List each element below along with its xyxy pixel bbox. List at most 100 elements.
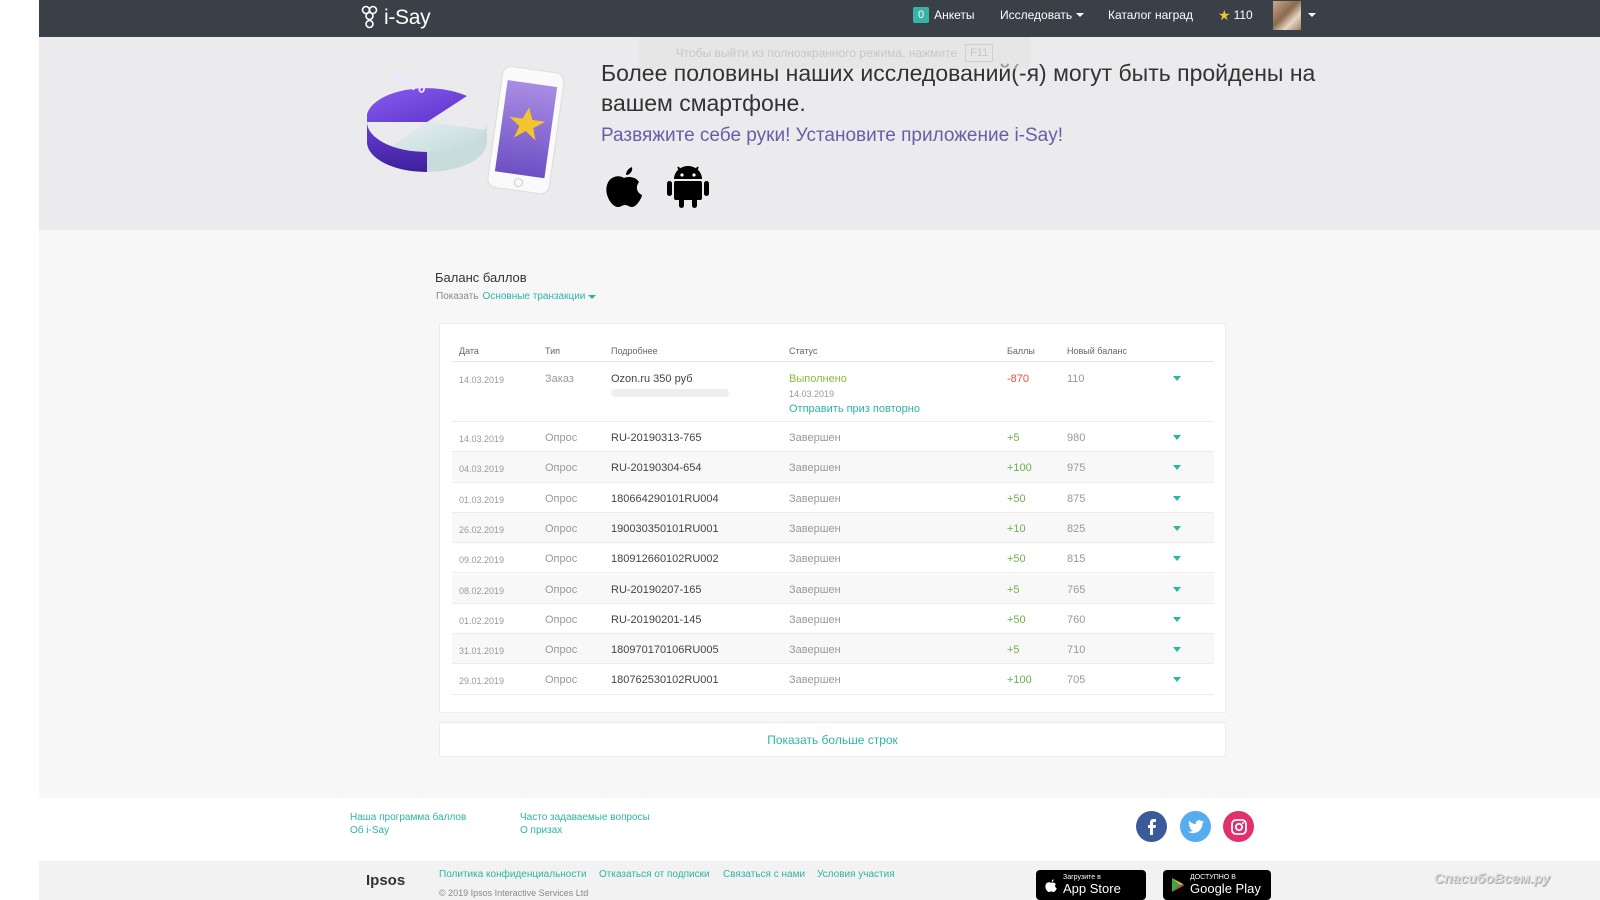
logo-text: i-Say	[384, 6, 431, 29]
row-type: Опрос	[545, 522, 578, 535]
row-points: +100	[1007, 674, 1032, 687]
apple-icon[interactable]	[602, 161, 646, 209]
nav-research-dropdown[interactable]: Исследовать	[1000, 0, 1085, 30]
fullscreen-notice-text: Чтобы выйти из полноэкранного режима, на…	[675, 46, 958, 60]
row-points: +5	[1007, 432, 1020, 444]
footer-link-contact[interactable]: Связаться с нами	[723, 869, 805, 880]
nav-research-label: Исследовать	[1000, 8, 1073, 22]
nav-surveys-label: Анкеты	[934, 8, 975, 22]
row-points: -870	[1007, 373, 1030, 385]
footer-link-terms[interactable]: Условия участия	[817, 869, 895, 880]
nav-catalog-label: Каталог наград	[1108, 8, 1193, 22]
row-expand-icon[interactable]	[1173, 647, 1181, 653]
google-play-badge[interactable]: ДОСТУПНО В Google Play	[1163, 870, 1271, 900]
resend-prize-link[interactable]: Отправить приз повторно	[789, 403, 920, 415]
row-type: Опрос	[545, 462, 578, 475]
chevron-down-icon	[1076, 13, 1085, 17]
row-status: Завершен	[789, 553, 841, 566]
table-row: 01.03.2019 Опрос 180664290101RU004 Завершен…	[452, 483, 1214, 513]
row-detail: 190030350101RU001	[611, 522, 719, 535]
row-detail: RU-20190313-765	[611, 432, 702, 444]
row-expand-icon[interactable]	[1173, 525, 1181, 531]
row-status: Завершен	[789, 522, 841, 535]
row-status: Выполнено	[789, 373, 847, 385]
row-balance: 825	[1067, 522, 1086, 535]
row-date: 14.03.2019	[459, 434, 505, 444]
transaction-filter-dropdown[interactable]: Основные транзакции	[483, 291, 597, 302]
row-points: +5	[1007, 583, 1020, 596]
row-status: Завершен	[789, 462, 841, 475]
fullscreen-notice-key: F11	[965, 44, 994, 62]
row-detail: Ozon.ru 350 руб	[611, 373, 693, 385]
row-expand-icon[interactable]	[1173, 435, 1181, 440]
row-expand-icon[interactable]	[1173, 586, 1181, 592]
row-type: Опрос	[545, 553, 578, 566]
facebook-icon[interactable]	[1136, 811, 1167, 842]
row-detail: RU-20190304-654	[611, 462, 702, 475]
row-points: +50	[1007, 492, 1026, 505]
ipsos-logo: Ipsos	[366, 872, 406, 889]
row-balance: 710	[1067, 644, 1086, 657]
avatar[interactable]	[1273, 1, 1301, 30]
row-date: 08.02.2019	[459, 585, 505, 596]
row-balance: 110	[1067, 373, 1085, 385]
row-detail: 180664290101RU004	[611, 492, 719, 505]
footer-link-about[interactable]: Об i-Say	[350, 825, 389, 836]
logo[interactable]: i-Say	[360, 3, 431, 33]
site-watermark: СпасибоВсем.ру	[1434, 870, 1550, 886]
google-play-badge-title: Google Play	[1190, 881, 1261, 896]
row-expand-icon[interactable]	[1173, 376, 1181, 381]
filter-label: Показать	[436, 291, 479, 302]
row-status: Завершен	[789, 432, 841, 444]
footer-link-prizes[interactable]: О призах	[520, 825, 562, 836]
row-type: Заказ	[545, 373, 574, 385]
row-expand-icon[interactable]	[1173, 495, 1181, 501]
chevron-down-icon	[588, 294, 597, 299]
column-header-details: Подробнее	[611, 346, 658, 356]
promo-subline: Развяжите себе руки! Установите приложен…	[601, 125, 1064, 146]
instagram-icon[interactable]	[1223, 811, 1254, 842]
filter-value: Основные транзакции	[482, 291, 586, 302]
row-status: Завершен	[789, 674, 841, 687]
nav-points[interactable]: ★ 110	[1218, 0, 1253, 30]
show-more-rows-button[interactable]: Показать больше строк	[439, 722, 1226, 757]
row-expand-icon[interactable]	[1173, 465, 1181, 471]
footer-link-points-program[interactable]: Наша программа баллов	[350, 812, 466, 823]
footer-link-faq[interactable]: Часто задаваемые вопросы	[520, 812, 650, 823]
avatar-menu-chevron-icon[interactable]	[1308, 13, 1316, 17]
row-type: Опрос	[545, 674, 578, 687]
row-balance: 875	[1067, 492, 1086, 505]
column-header-new-balance: Новый баланс	[1067, 346, 1127, 356]
footer-link-unsubscribe[interactable]: Отказаться от подписки	[599, 869, 710, 880]
star-icon: ★	[1218, 6, 1231, 23]
row-detail: 180762530102RU001	[611, 674, 719, 687]
table-row: 29.01.2019 Опрос 180762530102RU001 Завершен…	[452, 664, 1214, 695]
nav-rewards-catalog[interactable]: Каталог наград	[1108, 0, 1193, 30]
row-status: Завершен	[789, 644, 841, 657]
app-store-badge-title: App Store	[1063, 881, 1121, 896]
transaction-filter: Показать Основные транзакции	[436, 291, 597, 302]
twitter-icon[interactable]	[1180, 811, 1211, 842]
row-expand-icon[interactable]	[1173, 556, 1181, 562]
footer-link-privacy[interactable]: Политика конфиденциальности	[439, 869, 587, 880]
android-icon[interactable]	[666, 161, 710, 209]
row-type: Опрос	[545, 613, 578, 626]
table-row: 31.01.2019 Опрос 180970170106RU005 Завершен…	[452, 634, 1214, 665]
app-store-badge[interactable]: Загрузите в App Store	[1036, 870, 1146, 900]
row-balance: 705	[1067, 674, 1086, 687]
surveys-count-badge: 0	[913, 7, 930, 23]
column-header-points: Баллы	[1007, 346, 1035, 356]
column-header-type: Тип	[545, 346, 561, 356]
page: i-Say 0 Анкеты Исследовать Каталог награ…	[39, 0, 1600, 900]
column-header-status: Статус	[789, 346, 818, 356]
row-expand-icon[interactable]	[1173, 616, 1181, 622]
nav-surveys[interactable]: 0 Анкеты	[913, 0, 975, 30]
google-play-icon	[1172, 878, 1184, 892]
row-date: 31.01.2019	[459, 646, 505, 657]
row-expand-icon[interactable]	[1173, 677, 1181, 683]
row-status: Завершен	[789, 492, 841, 505]
row-type: Опрос	[545, 644, 578, 657]
row-date: 01.02.2019	[459, 615, 505, 626]
row-status-date: 14.03.2019	[789, 389, 835, 399]
apple-icon	[1045, 879, 1057, 892]
